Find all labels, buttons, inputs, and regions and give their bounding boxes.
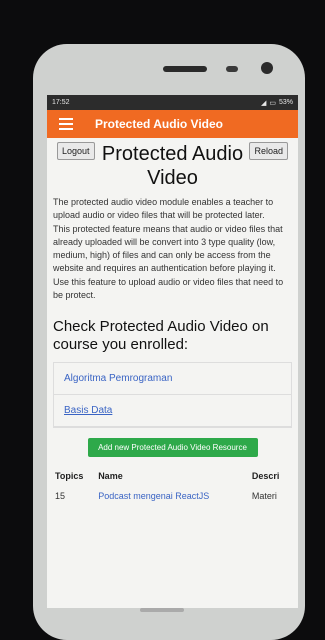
course-list: Algoritma Pemrograman Basis Data [53, 362, 292, 429]
courses-heading: Check Protected Audio Video on course yo… [53, 318, 269, 354]
table-row: 15 Podcast mengenai ReactJS Materi [53, 485, 292, 507]
page-content: Logout Protected Audio Video Reload The … [47, 138, 298, 507]
status-bar: 17:52 ◢ ▭ 53% [47, 95, 298, 110]
description-cell: Materi [251, 491, 277, 502]
app-bar: Protected Audio Video [47, 110, 298, 138]
app-title: Protected Audio Video [95, 117, 224, 131]
hamburger-menu-icon[interactable] [59, 115, 73, 133]
add-resource-button[interactable]: Add new Protected Audio Video Resource [87, 438, 258, 458]
reload-button[interactable]: Reload [249, 142, 288, 160]
course-link[interactable]: Algoritma Pemrograman [54, 363, 291, 396]
column-header: Descri [251, 471, 280, 482]
proximity-sensor [226, 66, 238, 72]
battery-percent: 53% [278, 99, 293, 106]
resource-table: Topics Name Descri 15 Podcast mengenai R… [53, 467, 292, 507]
home-indicator [140, 608, 184, 612]
column-header: Topics [55, 471, 84, 482]
status-icons: ◢ ▭ 53% [261, 99, 293, 107]
logout-button[interactable]: Logout [57, 142, 95, 160]
course-link[interactable]: Basis Data [54, 395, 291, 428]
status-time: 17:52 [52, 99, 70, 106]
column-header: Name [98, 471, 123, 482]
battery-icon: ▭ [269, 99, 276, 107]
page-header: Logout Protected Audio Video Reload [53, 138, 292, 192]
front-camera [261, 62, 273, 74]
phone-screen: 17:52 ◢ ▭ 53% Protected Audio Video Logo… [47, 95, 298, 608]
topic-cell: 15 [55, 491, 66, 502]
earpiece-speaker [163, 66, 207, 72]
signal-icon: ◢ [260, 99, 267, 107]
table-header-row: Topics Name Descri [53, 467, 292, 485]
resource-link[interactable]: Podcast mengenai ReactJS [98, 491, 209, 501]
module-description: The protected audio video module enables… [53, 197, 284, 301]
name-cell: Podcast mengenai ReactJS [96, 485, 250, 507]
